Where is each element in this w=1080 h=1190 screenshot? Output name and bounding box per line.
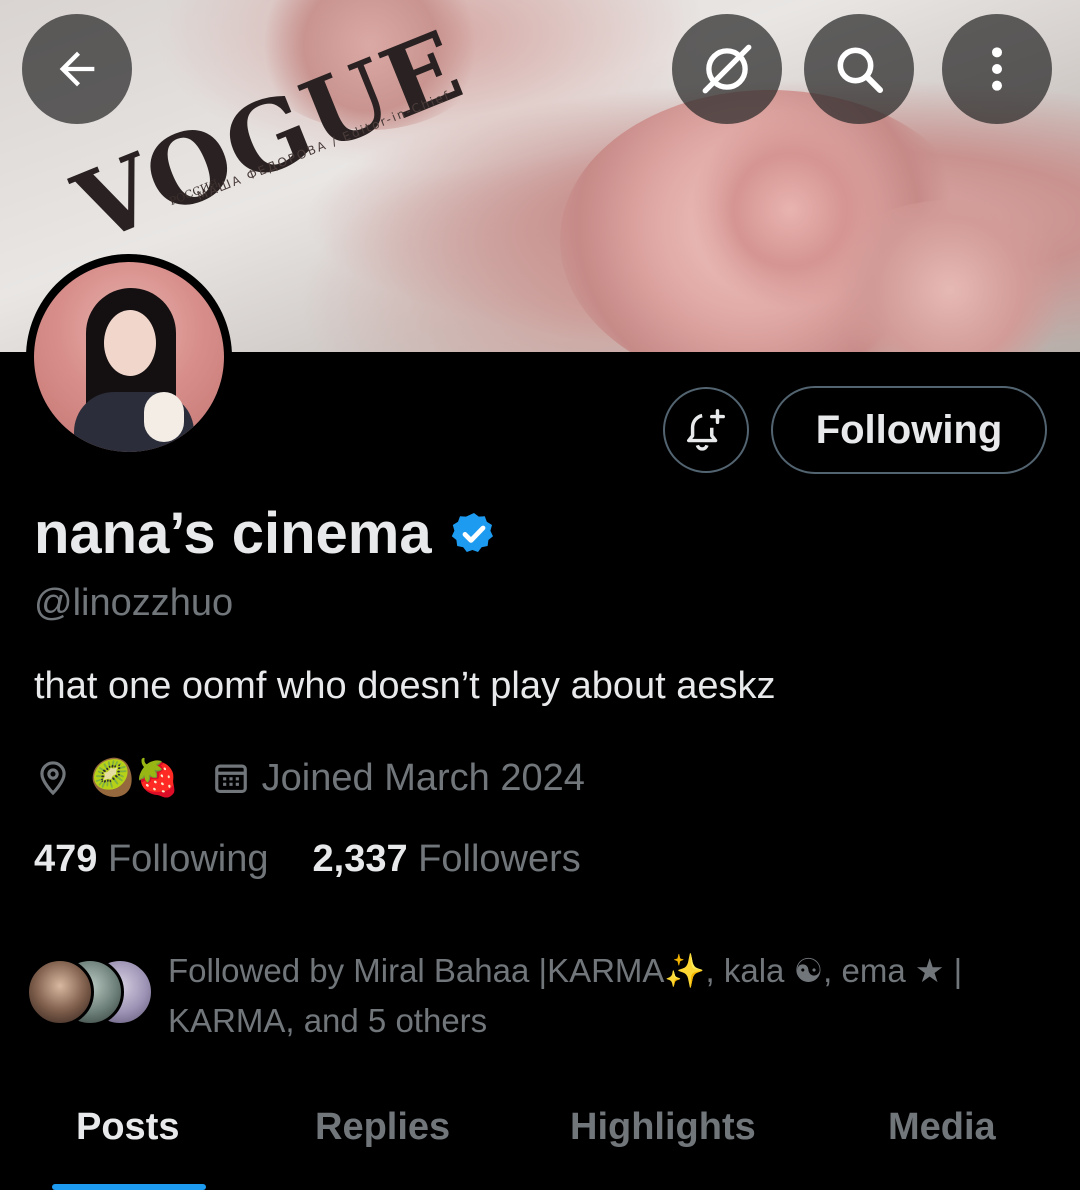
avatar-image bbox=[34, 262, 224, 452]
followers-count: 2,337 bbox=[312, 838, 408, 880]
user-bio: that one oomf who doesn’t play about aes… bbox=[34, 665, 776, 707]
tab-replies[interactable]: Replies bbox=[315, 1106, 450, 1149]
back-button[interactable] bbox=[22, 14, 132, 124]
followed-by-avatars bbox=[26, 946, 156, 1026]
avatar-shoulder bbox=[144, 392, 184, 442]
grok-button[interactable] bbox=[672, 14, 782, 124]
grok-icon bbox=[702, 44, 752, 94]
following-label: Following bbox=[107, 838, 269, 880]
display-name-row: nana’s cinema bbox=[34, 500, 498, 567]
tab-posts[interactable]: Posts bbox=[76, 1106, 179, 1149]
followed-by-text: Followed by Miral Bahaa |KARMA✨, kala ☯,… bbox=[168, 952, 963, 1039]
tab-media[interactable]: Media bbox=[888, 1106, 996, 1149]
active-tab-indicator bbox=[52, 1184, 206, 1190]
more-button[interactable] bbox=[942, 14, 1052, 124]
profile-meta: 🥝🍓 Joined March 2024 bbox=[34, 752, 585, 804]
followers-label: Followers bbox=[418, 838, 581, 880]
location-text: 🥝🍓 bbox=[90, 757, 180, 798]
following-count: 479 bbox=[34, 838, 98, 880]
search-icon bbox=[837, 47, 884, 94]
notifications-button[interactable] bbox=[663, 387, 749, 473]
avatar-face bbox=[104, 310, 156, 376]
followed-by[interactable]: Followed by Miral Bahaa |KARMA✨, kala ☯,… bbox=[26, 946, 1056, 1046]
tab-highlights[interactable]: Highlights bbox=[570, 1106, 756, 1149]
following-stat[interactable]: 479 Following bbox=[34, 838, 269, 881]
location-icon bbox=[40, 761, 66, 796]
bell-plus-icon bbox=[687, 409, 725, 451]
search-button[interactable] bbox=[804, 14, 914, 124]
verified-badge-icon[interactable] bbox=[450, 510, 498, 558]
user-handle: @linozzhuo bbox=[34, 582, 234, 624]
following-button[interactable]: Following bbox=[771, 386, 1047, 474]
display-name: nana’s cinema bbox=[34, 501, 432, 566]
follow-stats: 479 Following 2,337 Followers bbox=[34, 838, 581, 881]
profile-avatar[interactable] bbox=[26, 254, 232, 460]
more-vertical-icon bbox=[992, 47, 1002, 91]
follower-avatar bbox=[26, 958, 94, 1026]
followers-stat[interactable]: 2,337 Followers bbox=[313, 838, 581, 881]
joined-date: Joined March 2024 bbox=[261, 756, 585, 799]
arrow-left-icon bbox=[59, 51, 95, 87]
calendar-icon bbox=[214, 764, 247, 794]
profile-tabs: Posts Replies Highlights Media bbox=[0, 1100, 1080, 1170]
